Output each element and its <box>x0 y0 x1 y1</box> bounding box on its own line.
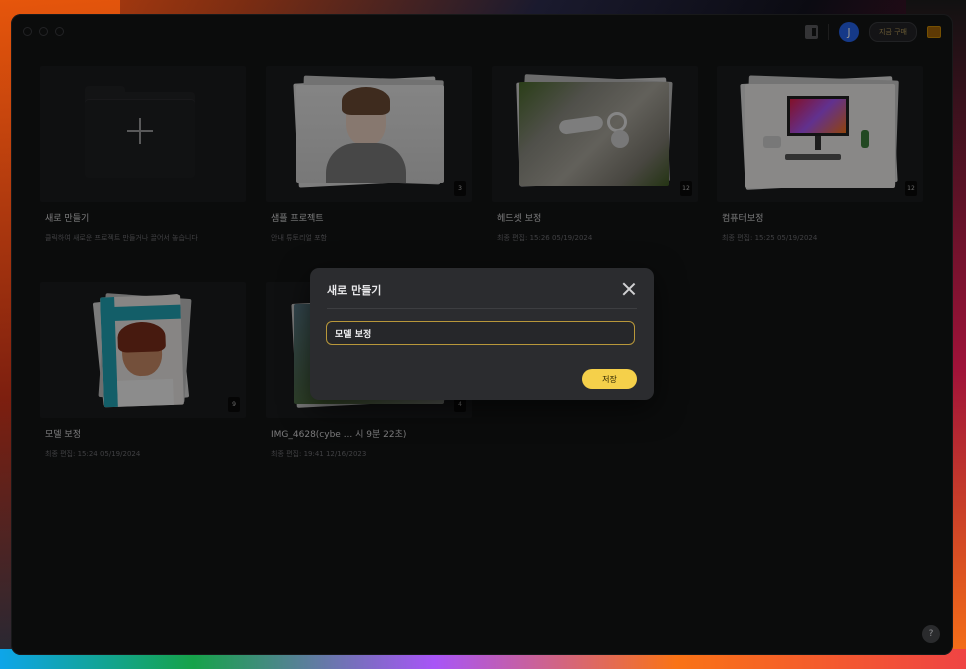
help-button[interactable]: ? <box>922 625 940 643</box>
close-icon[interactable] <box>622 282 636 296</box>
project-name-input[interactable] <box>326 321 635 345</box>
dialog-title: 새로 만들기 <box>327 284 382 297</box>
save-button[interactable]: 저장 <box>582 369 637 389</box>
dialog-divider <box>327 308 637 309</box>
new-project-dialog: 새로 만들기 저장 <box>310 268 654 400</box>
app-window: J 지금 구매 새로 만들기 클릭하여 새로운 프로젝트 만들거나 끌어서 놓습… <box>11 14 953 655</box>
